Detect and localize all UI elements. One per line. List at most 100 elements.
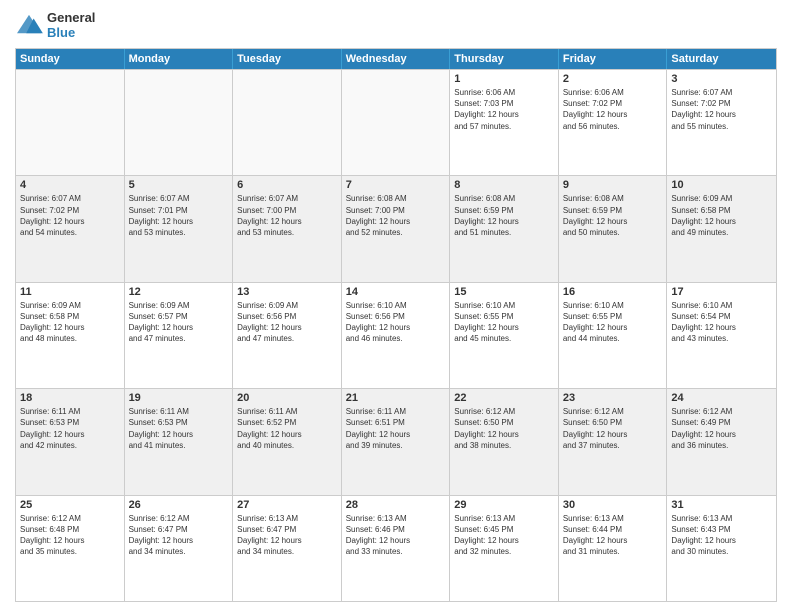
cell-info: Sunrise: 6:11 AM Sunset: 6:51 PM Dayligh…: [346, 406, 446, 451]
calendar-cell: 12Sunrise: 6:09 AM Sunset: 6:57 PM Dayli…: [125, 283, 234, 388]
cell-info: Sunrise: 6:13 AM Sunset: 6:43 PM Dayligh…: [671, 513, 772, 558]
cell-info: Sunrise: 6:10 AM Sunset: 6:56 PM Dayligh…: [346, 300, 446, 345]
cell-info: Sunrise: 6:13 AM Sunset: 6:46 PM Dayligh…: [346, 513, 446, 558]
day-number: 21: [346, 392, 446, 404]
calendar-cell: 28 Sunrise: 6:13 AM Sunset: 6:46 PM Dayli…: [342, 496, 451, 601]
calendar-cell: 8 Sunrise: 6:08 AM Sunset: 6:59 PM Daylig…: [450, 176, 559, 281]
day-number: 3: [671, 73, 772, 85]
calendar-cell: 24 Sunrise: 6:12 AM Sunset: 6:49 PM Dayli…: [667, 389, 776, 494]
cell-info: Sunrise: 6:10 AM Sunset: 6:55 PM Dayligh…: [563, 300, 663, 345]
day-number: 27: [237, 499, 337, 511]
calendar-cell: 15 Sunrise: 6:10 AM Sunset: 6:55 PM Dayli…: [450, 283, 559, 388]
cell-info: Sunrise: 6:13 AM Sunset: 6:45 PM Dayligh…: [454, 513, 554, 558]
calendar-cell: 16 Sunrise: 6:10 AM Sunset: 6:55 PM Dayli…: [559, 283, 668, 388]
day-number: 19: [129, 392, 229, 404]
cell-info: Sunrise: 6:10 AM Sunset: 6:55 PM Dayligh…: [454, 300, 554, 345]
calendar-row: 4 Sunrise: 6:07 AM Sunset: 7:02 PM Daylig…: [16, 175, 776, 281]
cell-info: Sunrise: 6:12 AM Sunset: 6:48 PM Dayligh…: [20, 513, 120, 558]
calendar-cell: 31 Sunrise: 6:13 AM Sunset: 6:43 PM Dayli…: [667, 496, 776, 601]
day-number: 20: [237, 392, 337, 404]
calendar-cell: 27 Sunrise: 6:13 AM Sunset: 6:47 PM Dayli…: [233, 496, 342, 601]
cell-info: Sunrise: 6:07 AM Sunset: 7:02 PM Dayligh…: [671, 87, 772, 132]
day-number: 22: [454, 392, 554, 404]
calendar-cell: [125, 70, 234, 175]
calendar-cell: 22 Sunrise: 6:12 AM Sunset: 6:50 PM Dayli…: [450, 389, 559, 494]
calendar-cell: 3 Sunrise: 6:07 AM Sunset: 7:02 PM Daylig…: [667, 70, 776, 175]
cell-info: Sunrise: 6:11 AM Sunset: 6:52 PM Dayligh…: [237, 406, 337, 451]
cal-header-cell: Sunday: [16, 49, 125, 69]
cell-info: Sunrise: 6:12 AM Sunset: 6:50 PM Dayligh…: [563, 406, 663, 451]
cell-info: Sunrise: 6:09 AM Sunset: 6:58 PM Dayligh…: [671, 193, 772, 238]
cell-info: Sunrise: 6:12 AM Sunset: 6:49 PM Dayligh…: [671, 406, 772, 451]
cell-info: Sunrise: 6:12 AM Sunset: 6:50 PM Dayligh…: [454, 406, 554, 451]
calendar-row: 1 Sunrise: 6:06 AM Sunset: 7:03 PM Daylig…: [16, 69, 776, 175]
day-number: 4: [20, 179, 120, 191]
cal-header-cell: Tuesday: [233, 49, 342, 69]
day-number: 2: [563, 73, 663, 85]
day-number: 7: [346, 179, 446, 191]
calendar-cell: 6Sunrise: 6:07 AM Sunset: 7:00 PM Daylig…: [233, 176, 342, 281]
cell-info: Sunrise: 6:10 AM Sunset: 6:54 PM Dayligh…: [671, 300, 772, 345]
calendar-cell: 26Sunrise: 6:12 AM Sunset: 6:47 PM Dayli…: [125, 496, 234, 601]
cell-info: Sunrise: 6:06 AM Sunset: 7:03 PM Dayligh…: [454, 87, 554, 132]
calendar-cell: 19 Sunrise: 6:11 AM Sunset: 6:53 PM Dayli…: [125, 389, 234, 494]
cell-info: Sunrise: 6:12 AM Sunset: 6:47 PM Dayligh…: [129, 513, 229, 558]
day-number: 25: [20, 499, 120, 511]
logo: General Blue: [15, 10, 95, 40]
day-number: 15: [454, 286, 554, 298]
cell-info: Sunrise: 6:08 AM Sunset: 6:59 PM Dayligh…: [454, 193, 554, 238]
calendar-cell: 1 Sunrise: 6:06 AM Sunset: 7:03 PM Daylig…: [450, 70, 559, 175]
cell-info: Sunrise: 6:06 AM Sunset: 7:02 PM Dayligh…: [563, 87, 663, 132]
day-number: 29: [454, 499, 554, 511]
cell-info: Sunrise: 6:13 AM Sunset: 6:47 PM Dayligh…: [237, 513, 337, 558]
calendar-cell: 23 Sunrise: 6:12 AM Sunset: 6:50 PM Dayli…: [559, 389, 668, 494]
day-number: 6: [237, 179, 337, 191]
page: General Blue SundayMondayTuesdayWednesda…: [0, 0, 792, 612]
calendar-cell: 20 Sunrise: 6:11 AM Sunset: 6:52 PM Dayli…: [233, 389, 342, 494]
calendar-cell: 9Sunrise: 6:08 AM Sunset: 6:59 PM Daylig…: [559, 176, 668, 281]
cell-info: Sunrise: 6:11 AM Sunset: 6:53 PM Dayligh…: [129, 406, 229, 451]
cell-info: Sunrise: 6:07 AM Sunset: 7:01 PM Dayligh…: [129, 193, 229, 238]
header: General Blue: [15, 10, 777, 40]
calendar-cell: 13 Sunrise: 6:09 AM Sunset: 6:56 PM Dayli…: [233, 283, 342, 388]
calendar-cell: 14Sunrise: 6:10 AM Sunset: 6:56 PM Dayli…: [342, 283, 451, 388]
cell-info: Sunrise: 6:13 AM Sunset: 6:44 PM Dayligh…: [563, 513, 663, 558]
day-number: 28: [346, 499, 446, 511]
day-number: 24: [671, 392, 772, 404]
day-number: 23: [563, 392, 663, 404]
cal-header-cell: Friday: [559, 49, 668, 69]
calendar-cell: 4 Sunrise: 6:07 AM Sunset: 7:02 PM Daylig…: [16, 176, 125, 281]
cal-header-cell: Monday: [125, 49, 234, 69]
day-number: 16: [563, 286, 663, 298]
calendar-cell: 30 Sunrise: 6:13 AM Sunset: 6:44 PM Dayli…: [559, 496, 668, 601]
calendar-body: 1 Sunrise: 6:06 AM Sunset: 7:03 PM Daylig…: [16, 69, 776, 601]
day-number: 8: [454, 179, 554, 191]
cell-info: Sunrise: 6:09 AM Sunset: 6:56 PM Dayligh…: [237, 300, 337, 345]
cal-header-cell: Thursday: [450, 49, 559, 69]
day-number: 5: [129, 179, 229, 191]
day-number: 13: [237, 286, 337, 298]
calendar-cell: 21 Sunrise: 6:11 AM Sunset: 6:51 PM Dayli…: [342, 389, 451, 494]
calendar-cell: 5 Sunrise: 6:07 AM Sunset: 7:01 PM Daylig…: [125, 176, 234, 281]
calendar-cell: [233, 70, 342, 175]
cal-header-cell: Saturday: [667, 49, 776, 69]
day-number: 1: [454, 73, 554, 85]
calendar: SundayMondayTuesdayWednesdayThursdayFrid…: [15, 48, 777, 602]
day-number: 12: [129, 286, 229, 298]
day-number: 30: [563, 499, 663, 511]
calendar-row: 25 Sunrise: 6:12 AM Sunset: 6:48 PM Dayli…: [16, 495, 776, 601]
calendar-cell: [342, 70, 451, 175]
calendar-cell: 25 Sunrise: 6:12 AM Sunset: 6:48 PM Dayli…: [16, 496, 125, 601]
calendar-cell: 29 Sunrise: 6:13 AM Sunset: 6:45 PM Dayli…: [450, 496, 559, 601]
calendar-cell: 10Sunrise: 6:09 AM Sunset: 6:58 PM Dayli…: [667, 176, 776, 281]
calendar-row: 18 Sunrise: 6:11 AM Sunset: 6:53 PM Dayli…: [16, 388, 776, 494]
calendar-cell: [16, 70, 125, 175]
cell-info: Sunrise: 6:08 AM Sunset: 7:00 PM Dayligh…: [346, 193, 446, 238]
day-number: 17: [671, 286, 772, 298]
day-number: 18: [20, 392, 120, 404]
cell-info: Sunrise: 6:08 AM Sunset: 6:59 PM Dayligh…: [563, 193, 663, 238]
calendar-row: 11Sunrise: 6:09 AM Sunset: 6:58 PM Dayli…: [16, 282, 776, 388]
day-number: 31: [671, 499, 772, 511]
logo-icon: [15, 13, 43, 37]
cell-info: Sunrise: 6:07 AM Sunset: 7:02 PM Dayligh…: [20, 193, 120, 238]
